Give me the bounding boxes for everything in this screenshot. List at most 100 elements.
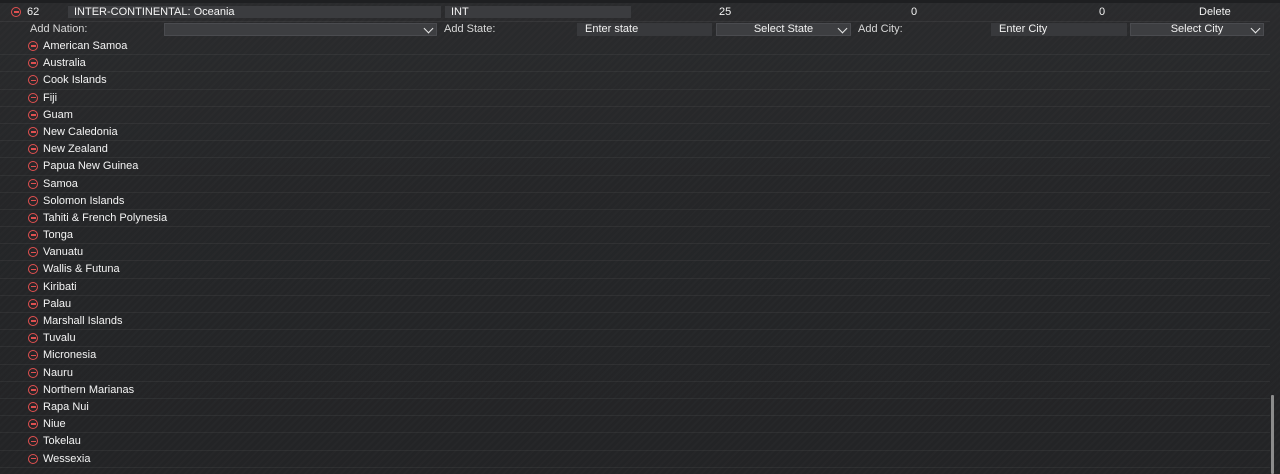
nation-label: Solomon Islands: [43, 194, 125, 207]
region-count-b: 0: [911, 6, 918, 18]
nation-label: Tonga: [43, 229, 73, 242]
remove-nation-icon[interactable]: [28, 316, 38, 326]
remove-nation-icon[interactable]: [28, 58, 38, 69]
nation-list-item: Australia: [0, 55, 1270, 73]
collapse-remove-icon[interactable]: [11, 7, 21, 17]
nation-label: Northern Marianas: [43, 383, 135, 396]
remove-nation-icon[interactable]: [28, 401, 38, 412]
remove-nation-icon[interactable]: [28, 367, 38, 378]
nation-list-item: Kiribati: [0, 279, 1270, 296]
remove-nation-icon[interactable]: [28, 419, 38, 430]
remove-nation-icon[interactable]: [28, 212, 38, 223]
remove-nation-icon[interactable]: [28, 161, 38, 172]
nation-label: New Zealand: [43, 143, 108, 156]
nation-label: Australia: [43, 57, 86, 70]
nation-label: Tahiti & French Polynesia: [43, 211, 168, 224]
nation-select[interactable]: [164, 23, 437, 36]
nation-list-item: Palau: [0, 296, 1270, 313]
remove-nation-icon[interactable]: [28, 264, 38, 275]
remove-nation-icon[interactable]: [28, 384, 38, 395]
remove-nation-icon[interactable]: [28, 333, 38, 344]
state-select-label: Select State: [753, 23, 814, 35]
delete-button[interactable]: Delete: [1199, 3, 1231, 21]
remove-nation-icon[interactable]: [28, 298, 38, 309]
nation-list-item: Solomon Islands: [0, 193, 1270, 210]
nation-list: American Samoa Australia Cook Islands Fiji G…: [0, 38, 1270, 468]
region-name-field[interactable]: INTER-CONTINENTAL: Oceania: [68, 6, 441, 18]
chevron-down-icon: [837, 23, 848, 34]
nation-label: Micronesia: [43, 349, 97, 362]
remove-nation-icon[interactable]: [28, 41, 38, 51]
nation-label: Nauru: [43, 366, 73, 379]
nation-label: Wallis & Futuna: [43, 263, 120, 276]
region-count-a: 25: [719, 6, 732, 18]
nation-label: Wessexia: [43, 452, 91, 465]
remove-nation-icon[interactable]: [28, 109, 38, 120]
nation-list-item: American Samoa: [0, 38, 1270, 56]
remove-nation-icon[interactable]: [28, 230, 38, 241]
nation-label: Niue: [43, 418, 66, 431]
nation-list-item: Marshall Islands: [0, 313, 1270, 331]
nation-list-item: Guam: [0, 107, 1270, 124]
nation-list-item: Vanuatu: [0, 244, 1270, 262]
remove-nation-icon[interactable]: [28, 75, 38, 86]
nation-label: Papua New Guinea: [43, 160, 139, 173]
nation-label: Vanuatu: [43, 246, 84, 259]
nation-label: American Samoa: [43, 40, 128, 52]
add-nation-label: Add Nation:: [30, 23, 88, 35]
nation-list-item: Tokelau: [0, 433, 1270, 451]
nation-list-item: New Zealand: [0, 141, 1270, 159]
nation-label: Marshall Islands: [43, 315, 123, 327]
nation-label: Tokelau: [43, 435, 81, 448]
region-code-field[interactable]: INT: [445, 6, 631, 18]
nation-list-item: Samoa: [0, 176, 1270, 193]
add-city-label: Add City:: [858, 23, 903, 35]
region-count-c: 0: [1099, 6, 1106, 18]
nation-list-item: Wessexia: [0, 451, 1270, 468]
nation-list-item: Tonga: [0, 227, 1270, 245]
nation-label: Fiji: [43, 91, 58, 104]
remove-nation-icon[interactable]: [28, 195, 38, 206]
nation-list-item: Niue: [0, 416, 1270, 434]
remove-nation-icon[interactable]: [28, 436, 38, 447]
state-input[interactable]: Enter state: [577, 23, 712, 36]
remove-nation-icon[interactable]: [28, 126, 38, 137]
nation-label: Guam: [43, 108, 73, 121]
state-select[interactable]: Select State: [716, 23, 851, 36]
city-input[interactable]: Enter City: [991, 23, 1127, 36]
add-location-row: Add Nation: Add State: Enter state Selec…: [0, 21, 1270, 38]
nation-list-item: Nauru: [0, 365, 1270, 382]
nation-list-item: Tahiti & French Polynesia: [0, 210, 1270, 228]
nation-label: Palau: [43, 297, 72, 310]
remove-nation-icon[interactable]: [28, 178, 38, 189]
add-state-label: Add State:: [444, 23, 496, 35]
region-header-row: 62 INTER-CONTINENTAL: Oceania INT 25 0 0…: [0, 3, 1270, 22]
remove-nation-icon[interactable]: [28, 281, 38, 292]
remove-nation-icon[interactable]: [28, 350, 38, 361]
nation-list-item: Rapa Nui: [0, 399, 1270, 417]
nation-list-item: Northern Marianas: [0, 382, 1270, 399]
chevron-down-icon: [423, 23, 434, 34]
region-id: 62: [27, 6, 40, 18]
nation-label: Samoa: [43, 177, 78, 190]
remove-nation-icon[interactable]: [28, 92, 38, 103]
nation-list-item: Tuvalu: [0, 330, 1270, 348]
nation-list-item: Papua New Guinea: [0, 158, 1270, 176]
remove-nation-icon[interactable]: [28, 144, 38, 155]
nation-label: Tuvalu: [43, 332, 76, 345]
city-select-label: Select City: [1170, 23, 1224, 35]
nation-list-item: Wallis & Futuna: [0, 261, 1270, 279]
chevron-down-icon: [1250, 23, 1261, 34]
nation-list-item: Micronesia: [0, 347, 1270, 365]
nation-label: Rapa Nui: [43, 400, 89, 413]
remove-nation-icon[interactable]: [28, 247, 38, 258]
nation-list-item: New Caledonia: [0, 124, 1270, 142]
nation-list-item: Cook Islands: [0, 72, 1270, 90]
nation-list-item: Fiji: [0, 90, 1270, 107]
city-select[interactable]: Select City: [1130, 23, 1264, 36]
scrollbar-thumb[interactable]: [1271, 395, 1274, 474]
nation-label: New Caledonia: [43, 125, 118, 138]
nation-label: Kiribati: [43, 280, 77, 293]
nation-label: Cook Islands: [43, 74, 107, 87]
remove-nation-icon[interactable]: [28, 453, 38, 464]
